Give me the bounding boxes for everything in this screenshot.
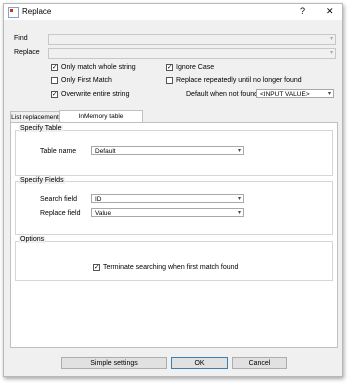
search-field-label: Search field <box>40 196 77 203</box>
options-group <box>15 241 333 281</box>
table-name-value: Default <box>95 148 116 155</box>
terminate-searching-checkbox[interactable]: ✓ <box>93 264 100 271</box>
replace-dropdown-icon[interactable]: ▾ <box>330 49 333 56</box>
replace-field-value: Value <box>95 210 112 217</box>
cancel-button[interactable]: Cancel <box>232 357 287 369</box>
help-icon[interactable]: ? <box>300 6 305 16</box>
replace-label: Replace <box>14 49 40 56</box>
window-title: Replace <box>22 7 52 16</box>
replace-repeatedly-checkbox[interactable] <box>166 77 173 84</box>
options-title: Options <box>19 236 46 243</box>
ignore-case-label: Ignore Case <box>176 64 215 71</box>
overwrite-entire-string-label: Overwrite entire string <box>61 91 130 98</box>
title-bar: Replace ? ✕ <box>4 4 342 20</box>
replace-input[interactable]: ▾ <box>48 48 336 59</box>
find-dropdown-icon[interactable]: ▾ <box>330 35 333 42</box>
close-icon[interactable]: ✕ <box>326 6 334 17</box>
search-field-value: ID <box>95 196 102 203</box>
only-match-whole-string-checkbox[interactable]: ✓ <box>51 64 58 71</box>
chevron-down-icon: ▾ <box>237 196 241 202</box>
chevron-down-icon: ▾ <box>327 91 331 97</box>
search-field-select[interactable]: ID ▾ <box>91 194 244 203</box>
overwrite-entire-string-checkbox[interactable]: ✓ <box>51 91 58 98</box>
tab-panel: Specify Table Table name Default ▾ Speci… <box>10 122 338 348</box>
default-when-not-found-label: Default when not found <box>186 91 258 98</box>
only-first-match-checkbox[interactable] <box>51 77 58 84</box>
replace-repeatedly-label: Replace repeatedly until no longer found <box>176 77 302 84</box>
table-name-select[interactable]: Default ▾ <box>91 146 244 155</box>
default-when-not-found-select[interactable]: <INPUT VALUE> ▾ <box>256 89 334 98</box>
simple-settings-button[interactable]: Simple settings <box>61 357 167 369</box>
terminate-searching-label: Terminate searching when first match fou… <box>103 264 239 271</box>
replace-dialog: Replace ? ✕ Find ▾ Replace ▾ ✓ Only matc… <box>3 3 343 377</box>
ignore-case-checkbox[interactable]: ✓ <box>166 64 173 71</box>
specify-table-title: Specify Table <box>19 125 63 132</box>
chevron-down-icon: ▾ <box>237 148 241 154</box>
find-label: Find <box>14 35 28 42</box>
chevron-down-icon: ▾ <box>237 210 241 216</box>
replace-field-label: Replace field <box>40 210 81 217</box>
only-first-match-label: Only First Match <box>61 77 112 84</box>
ok-button[interactable]: OK <box>171 357 228 369</box>
replace-field-select[interactable]: Value ▾ <box>91 208 244 217</box>
only-match-whole-string-label: Only match whole string <box>61 64 136 71</box>
app-icon <box>8 7 19 18</box>
default-when-not-found-value: <INPUT VALUE> <box>260 91 310 98</box>
find-input[interactable]: ▾ <box>48 34 336 45</box>
table-name-label: Table name <box>40 148 77 155</box>
specify-fields-title: Specify Fields <box>19 177 65 184</box>
